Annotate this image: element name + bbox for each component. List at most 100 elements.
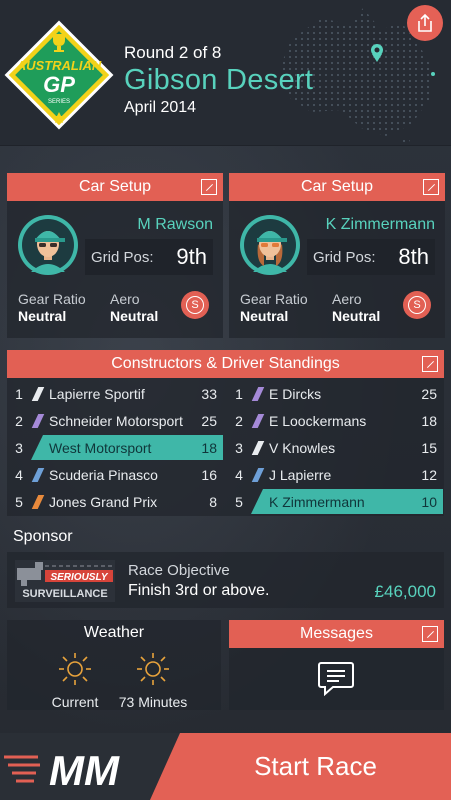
driver-points: 18 bbox=[421, 412, 437, 429]
weather-label: 73 Minutes bbox=[118, 694, 188, 710]
car-setup-header[interactable]: Car Setup bbox=[229, 173, 445, 201]
driver-name: M Rawson bbox=[137, 216, 213, 233]
driver-points: 15 bbox=[421, 439, 437, 456]
race-header: AUSTRALIAN GP SERIES Round 2 of 8 Gibson… bbox=[0, 0, 451, 146]
constructor-row[interactable]: 4 Scuderia Pinasco 16 bbox=[7, 461, 223, 488]
grid-pos-label: Grid Pos: bbox=[91, 249, 154, 266]
team-points: 25 bbox=[201, 412, 217, 429]
car-setup-header[interactable]: Car Setup bbox=[7, 173, 223, 201]
team-color-stripe bbox=[251, 467, 265, 482]
car-setup-title: Car Setup bbox=[78, 178, 152, 195]
sponsor-panel[interactable]: SERIOUSLY SURVEILLANCE Race Objective Fi… bbox=[7, 552, 444, 608]
team-name: Schneider Motorsport bbox=[49, 412, 183, 429]
gear-ratio-label: Gear Ratio bbox=[18, 291, 86, 307]
aero-label: Aero bbox=[110, 291, 140, 307]
round-label: Round 2 of 8 bbox=[124, 43, 222, 62]
constructor-row-highlighted[interactable]: 3 West Motorsport 18 bbox=[7, 434, 223, 461]
messages-panel[interactable]: Messages bbox=[229, 620, 444, 710]
team-color-stripe bbox=[251, 440, 265, 455]
position: 3 bbox=[235, 439, 243, 456]
team-points: 18 bbox=[201, 439, 217, 456]
setup-icon: S bbox=[408, 296, 426, 314]
driver-name: J Lapierre bbox=[269, 466, 332, 483]
speech-bubble-icon[interactable] bbox=[317, 660, 355, 696]
share-icon bbox=[418, 13, 432, 32]
sponsor-title: Sponsor bbox=[13, 528, 73, 545]
car-setup-title: Car Setup bbox=[300, 178, 374, 195]
driver-row-highlighted[interactable]: 5 K Zimmermann 10 bbox=[227, 488, 443, 515]
position: 3 bbox=[15, 439, 23, 456]
expand-icon[interactable] bbox=[423, 179, 439, 195]
constructor-row[interactable]: 1 Lapierre Sportif 33 bbox=[7, 380, 223, 407]
messages-header[interactable]: Messages bbox=[229, 620, 444, 648]
car-setup-card-1: Car Setup M Rawson Grid Pos: 9th Gear Ra… bbox=[7, 173, 223, 338]
start-race-button[interactable]: Start Race bbox=[150, 733, 451, 800]
standings-header[interactable]: Constructors & Driver Standings bbox=[7, 350, 444, 378]
driver-points: 25 bbox=[421, 385, 437, 402]
svg-text:AUSTRALIAN: AUSTRALIAN bbox=[16, 58, 102, 73]
grid-position-box: Grid Pos: 8th bbox=[307, 239, 435, 275]
standings-title: Constructors & Driver Standings bbox=[111, 355, 340, 372]
driver-name: K Zimmermann bbox=[269, 493, 365, 510]
car-setup-card-2: Car Setup K Zimmermann Grid Pos: 8th Gea… bbox=[229, 173, 445, 338]
grid-pos-label: Grid Pos: bbox=[313, 249, 376, 266]
position: 5 bbox=[15, 493, 23, 510]
driver-points: 12 bbox=[421, 466, 437, 483]
setup-button[interactable]: S bbox=[403, 291, 431, 319]
team-points: 16 bbox=[201, 466, 217, 483]
position: 5 bbox=[235, 493, 243, 510]
team-color-stripe bbox=[31, 413, 45, 428]
expand-icon[interactable] bbox=[422, 356, 438, 372]
race-objective-value: Finish 3rd or above. bbox=[128, 582, 270, 599]
constructor-row[interactable]: 5 Jones Grand Prix 8 bbox=[7, 488, 223, 515]
aero-value: Neutral bbox=[110, 308, 159, 324]
driver-row[interactable]: 4 J Lapierre 12 bbox=[227, 461, 443, 488]
race-location: Gibson Desert bbox=[124, 64, 314, 96]
expand-icon[interactable] bbox=[422, 626, 438, 642]
weather-title: Weather bbox=[83, 624, 145, 641]
setup-button[interactable]: S bbox=[181, 291, 209, 319]
position: 2 bbox=[15, 412, 23, 429]
grid-pos-value: 9th bbox=[176, 244, 207, 269]
sponsor-reward: £46,000 bbox=[374, 582, 436, 601]
team-color-stripe bbox=[31, 386, 45, 401]
team-color-stripe bbox=[251, 413, 265, 428]
weather-label: Current bbox=[51, 694, 99, 710]
sun-icon bbox=[137, 653, 169, 685]
driver-avatar bbox=[18, 215, 78, 275]
team-name: West Motorsport bbox=[49, 439, 152, 456]
race-date: April 2014 bbox=[124, 99, 197, 116]
setup-icon: S bbox=[186, 296, 204, 314]
team-points: 8 bbox=[209, 493, 217, 510]
gear-ratio-value: Neutral bbox=[240, 308, 289, 324]
standings-panel: Constructors & Driver Standings 1 Lapier… bbox=[7, 350, 444, 516]
drivers-list: 1 E Dircks 25 2 E Loockermans 18 3 V Kno… bbox=[227, 380, 443, 515]
team-color-stripe bbox=[31, 494, 45, 509]
weather-panel: Weather Current 73 Minutes bbox=[7, 620, 221, 710]
driver-row[interactable]: 1 E Dircks 25 bbox=[227, 380, 443, 407]
position: 1 bbox=[15, 385, 23, 402]
sponsor-logo: SERIOUSLY SURVEILLANCE bbox=[15, 560, 115, 602]
driver-name: E Loockermans bbox=[269, 412, 367, 429]
team-name: Lapierre Sportif bbox=[49, 385, 145, 402]
position: 2 bbox=[235, 412, 243, 429]
messages-title: Messages bbox=[300, 625, 373, 642]
driver-row[interactable]: 3 V Knowles 15 bbox=[227, 434, 443, 461]
weather-current: Current bbox=[35, 651, 115, 710]
svg-text:SERIES: SERIES bbox=[48, 99, 70, 105]
team-color-stripe bbox=[251, 386, 265, 401]
svg-text:SERIOUSLY: SERIOUSLY bbox=[50, 572, 108, 583]
start-race-label: Start Race bbox=[254, 751, 377, 781]
expand-icon[interactable] bbox=[201, 179, 217, 195]
share-button[interactable] bbox=[407, 5, 443, 41]
gear-ratio-label: Gear Ratio bbox=[240, 291, 308, 307]
aero-label: Aero bbox=[332, 291, 362, 307]
svg-text:SURVEILLANCE: SURVEILLANCE bbox=[22, 588, 107, 600]
driver-row[interactable]: 2 E Loockermans 18 bbox=[227, 407, 443, 434]
grid-pos-value: 8th bbox=[398, 244, 429, 269]
race-objective-label: Race Objective bbox=[128, 562, 230, 579]
weather-forecast: 73 Minutes bbox=[113, 651, 193, 710]
constructor-row[interactable]: 2 Schneider Motorsport 25 bbox=[7, 407, 223, 434]
svg-text:GP: GP bbox=[43, 72, 75, 97]
team-name: Jones Grand Prix bbox=[49, 493, 158, 510]
